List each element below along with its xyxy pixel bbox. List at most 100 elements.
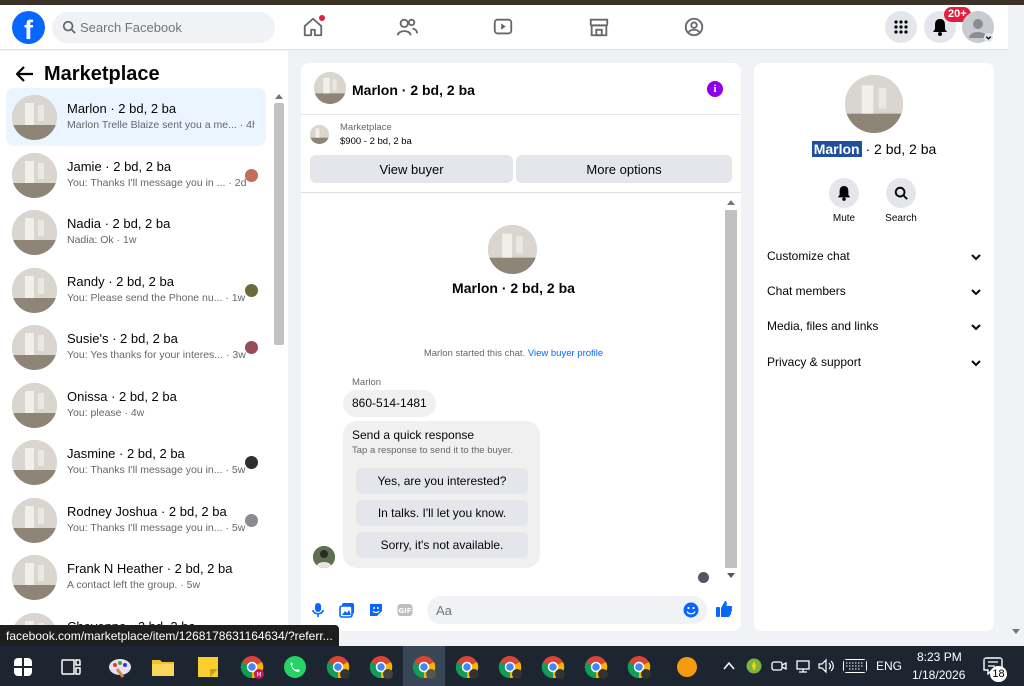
conversation-item[interactable]: Susie's · 2 bd, 2 ba You: Yes thanks for …: [6, 318, 266, 376]
mute-button[interactable]: [829, 178, 859, 208]
friends-icon[interactable]: [396, 16, 418, 38]
chat-window: Marlon · 2 bd, 2 ba i Marketplace $900 -…: [301, 63, 741, 631]
volume-icon[interactable]: [818, 658, 836, 674]
windows-start-icon[interactable]: [14, 658, 32, 676]
conversation-name: Nadia · 2 bd, 2 ba: [67, 216, 171, 231]
chrome-profile-icon[interactable]: [541, 655, 565, 679]
page-title: Marketplace: [44, 62, 160, 85]
conversation-item[interactable]: Nadia · 2 bd, 2 ba Nadia: Ok · 1w: [6, 203, 266, 261]
search-conversation-button[interactable]: [886, 178, 916, 208]
scroll-down-icon[interactable]: [1012, 629, 1020, 635]
chrome-profile-icon[interactable]: [369, 655, 393, 679]
conversation-item[interactable]: Jamie · 2 bd, 2 ba You: Thanks I'll messa…: [6, 146, 266, 204]
gif-icon[interactable]: GIF: [397, 602, 413, 618]
chrome-profile-icon[interactable]: [326, 655, 350, 679]
chrome-profile-icon[interactable]: [584, 655, 608, 679]
like-thumbs-up-icon[interactable]: [715, 600, 733, 618]
sidebar-scrollbar[interactable]: [272, 91, 286, 631]
clock-time[interactable]: 8:23 PM: [917, 650, 962, 664]
info-icon[interactable]: i: [707, 81, 723, 97]
paint-app-icon[interactable]: [108, 655, 132, 679]
conversation-name: Randy · 2 bd, 2 ba: [67, 273, 174, 289]
conversation-item[interactable]: Marlon · 2 bd, 2 ba Marlon Trelle Blaize …: [6, 88, 266, 146]
scroll-up-icon[interactable]: [275, 93, 283, 99]
task-view-icon[interactable]: [61, 658, 81, 676]
groups-icon[interactable]: [683, 16, 705, 38]
thread-scrollbar[interactable]: [725, 196, 737, 582]
network-icon[interactable]: [795, 658, 811, 674]
conversation-item[interactable]: Onissa · 2 bd, 2 ba You: please · 4w: [6, 376, 266, 434]
language-indicator[interactable]: ENG: [876, 659, 902, 673]
conversation-name: Jamie · 2 bd, 2 ba: [67, 158, 172, 174]
tray-app-icon[interactable]: [746, 658, 762, 674]
details-name-rest: · 2 bd, 2 ba: [861, 141, 937, 157]
keyboard-icon[interactable]: [843, 659, 867, 673]
svg-text:M: M: [256, 672, 261, 679]
microphone-icon[interactable]: [310, 602, 326, 618]
conversation-snippet: You: Yes thanks for your interes... · 3w: [67, 349, 255, 361]
chevron-up-icon[interactable]: [722, 660, 736, 672]
clock-date[interactable]: 1/18/2026: [912, 668, 965, 682]
scroll-thumb[interactable]: [725, 210, 737, 568]
media-files-links-row[interactable]: Media, files and links: [767, 319, 982, 341]
back-arrow-icon[interactable]: [16, 66, 34, 82]
chevron-down-icon: [971, 289, 981, 296]
sticky-notes-icon[interactable]: [196, 655, 220, 679]
mute-action[interactable]: Mute: [819, 178, 869, 224]
marketplace-icon[interactable]: [588, 16, 610, 38]
scroll-thumb[interactable]: [274, 103, 284, 345]
emoji-icon[interactable]: [683, 602, 699, 618]
whatsapp-icon[interactable]: [283, 655, 307, 679]
snippet-time: · 4w: [124, 406, 145, 419]
scroll-up-icon[interactable]: [727, 199, 735, 205]
conversation-item[interactable]: Randy · 2 bd, 2 ba You: Please send the P…: [6, 261, 266, 319]
view-buyer-button[interactable]: View buyer: [310, 155, 513, 183]
page-scrollbar[interactable]: [1008, 50, 1024, 646]
view-buyer-profile-link[interactable]: View buyer profile: [528, 348, 603, 359]
conversation-item[interactable]: Frank N Heather · 2 bd, 2 ba A contact le…: [6, 548, 266, 606]
details-profile-thumbnail[interactable]: [845, 75, 903, 133]
sticker-icon[interactable]: [368, 602, 384, 618]
chrome-profile-active-icon[interactable]: [412, 655, 436, 679]
chevron-down-icon: [971, 254, 981, 261]
top-navbar: f 20+: [0, 5, 1008, 50]
conversation-item[interactable]: Rodney Joshua · 2 bd, 2 ba You: Thanks I'…: [6, 491, 266, 549]
quick-response-button[interactable]: Yes, are you interested?: [356, 468, 528, 494]
listing-thumbnail[interactable]: [314, 72, 346, 104]
message-bubble[interactable]: 860-514-1481: [343, 390, 436, 417]
chat-members-row[interactable]: Chat members: [767, 284, 982, 306]
conversation-snippet: You: Please send the Phone nu... · 1w: [67, 292, 255, 304]
quick-response-button[interactable]: In talks. I'll let you know.: [356, 500, 528, 526]
chevron-down-icon: [971, 360, 981, 367]
quick-response-button[interactable]: Sorry, it's not available.: [356, 532, 528, 558]
search-box[interactable]: [52, 12, 275, 43]
search-action[interactable]: Search: [876, 178, 926, 224]
menu-grid-icon: [894, 20, 908, 34]
conversation-snippet: Marlon Trelle Blaize sent you a me... · …: [67, 119, 255, 131]
menu-button[interactable]: [885, 11, 917, 43]
orange-circle-app-icon[interactable]: [675, 655, 699, 679]
chrome-profile-icon[interactable]: [627, 655, 651, 679]
account-button[interactable]: [962, 11, 994, 43]
customize-chat-row[interactable]: Customize chat: [767, 249, 982, 271]
message-input-box[interactable]: [427, 596, 707, 624]
conversation-item[interactable]: Jasmine · 2 bd, 2 ba You: Thanks I'll mes…: [6, 433, 266, 491]
meet-now-icon[interactable]: [771, 658, 787, 674]
chrome-profile-icon[interactable]: [498, 655, 522, 679]
more-options-button[interactable]: More options: [516, 155, 732, 183]
message-input[interactable]: [436, 596, 676, 624]
chat-profile-thumbnail[interactable]: [488, 225, 537, 274]
privacy-support-row[interactable]: Privacy & support: [767, 355, 982, 377]
video-icon[interactable]: [492, 16, 514, 38]
windows-taskbar: M ENG 8:23 PM 1/18/2026 18: [0, 646, 1024, 686]
scroll-down-icon[interactable]: [727, 573, 735, 579]
facebook-logo-icon[interactable]: f: [12, 11, 45, 44]
search-input[interactable]: [80, 12, 270, 43]
seen-avatar: [245, 283, 258, 297]
sender-avatar[interactable]: [313, 546, 335, 568]
chrome-profile-icon[interactable]: [455, 655, 479, 679]
photo-icon[interactable]: [339, 602, 355, 618]
seen-avatar: [245, 168, 258, 182]
file-explorer-icon[interactable]: [151, 655, 175, 679]
chrome-profile-m-icon[interactable]: M: [240, 655, 264, 679]
